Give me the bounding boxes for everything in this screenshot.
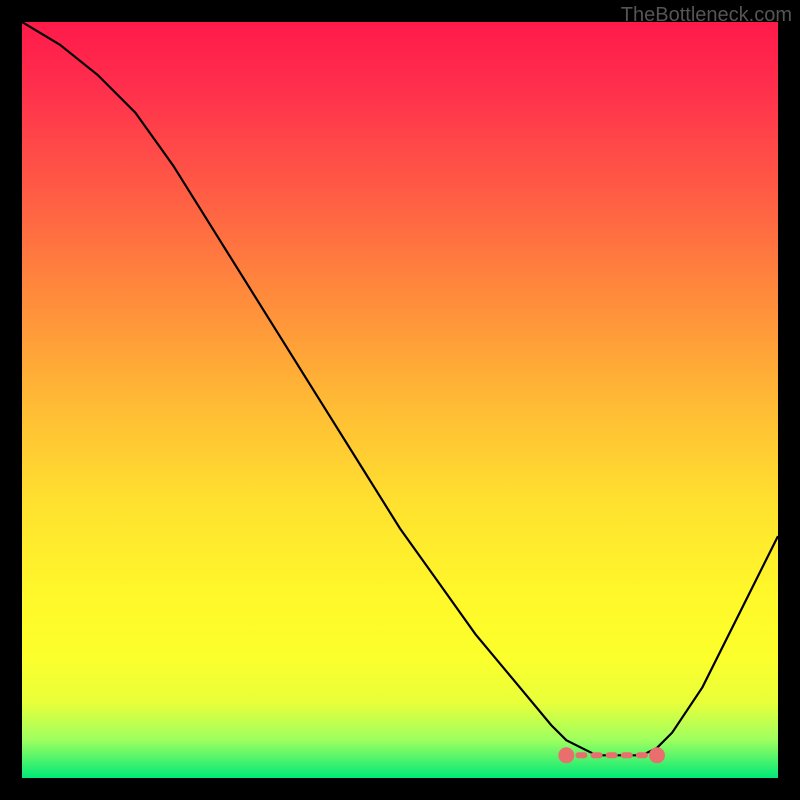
plot-area — [22, 22, 778, 778]
watermark-text: TheBottleneck.com — [621, 4, 792, 27]
chart-svg — [22, 22, 778, 778]
chart-curve — [22, 22, 778, 755]
